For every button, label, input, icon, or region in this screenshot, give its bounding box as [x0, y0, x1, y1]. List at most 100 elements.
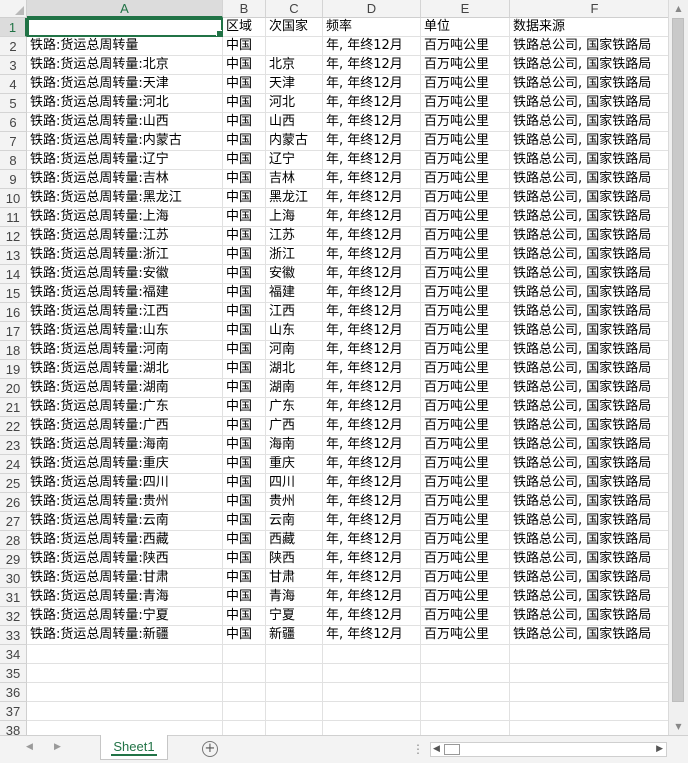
cell-d[interactable]: 年, 年终12月	[323, 569, 421, 588]
cell-a[interactable]: 铁路:货运总周转量:湖南	[27, 379, 223, 398]
cell-b[interactable]: 中国	[223, 379, 266, 398]
cell-a[interactable]	[27, 645, 223, 664]
scroll-up-icon[interactable]: ▲	[669, 0, 688, 17]
cell-d[interactable]: 年, 年终12月	[323, 132, 421, 151]
cell-d[interactable]: 年, 年终12月	[323, 227, 421, 246]
sheet-nav-next-icon[interactable]: ▶	[54, 742, 61, 752]
cell-b[interactable]	[223, 683, 266, 702]
cell-c[interactable]: 安徽	[266, 265, 323, 284]
cell-c[interactable]: 次国家	[266, 18, 323, 37]
cell-d[interactable]: 年, 年终12月	[323, 341, 421, 360]
cell-e[interactable]	[421, 702, 510, 721]
column-header-f[interactable]: F	[510, 0, 668, 18]
cell-b[interactable]: 中国	[223, 550, 266, 569]
cell-e[interactable]: 百万吨公里	[421, 398, 510, 417]
horizontal-scrollbar[interactable]: ◀ ▶	[430, 742, 667, 757]
cell-c[interactable]	[266, 37, 323, 56]
cell-e[interactable]: 百万吨公里	[421, 417, 510, 436]
cell-a[interactable]	[27, 702, 223, 721]
cell-b[interactable]: 中国	[223, 322, 266, 341]
cell-c[interactable]: 重庆	[266, 455, 323, 474]
row-header[interactable]: 38	[0, 721, 27, 735]
cell-a[interactable]: 铁路:货运总周转量:河南	[27, 341, 223, 360]
cell-a[interactable]: 铁路:货运总周转量:西藏	[27, 531, 223, 550]
cell-f[interactable]: 铁路总公司, 国家铁路局	[510, 588, 668, 607]
row-header[interactable]: 16	[0, 303, 27, 322]
cell-a[interactable]: 铁路:货运总周转量:山东	[27, 322, 223, 341]
cell-a[interactable]: 铁路:货运总周转量:青海	[27, 588, 223, 607]
cell-f[interactable]: 铁路总公司, 国家铁路局	[510, 626, 668, 645]
cell-a[interactable]: 铁路:货运总周转量:湖北	[27, 360, 223, 379]
cell-c[interactable]: 河北	[266, 94, 323, 113]
cell-a[interactable]: 铁路:货运总周转量:江苏	[27, 227, 223, 246]
cell-d[interactable]: 频率	[323, 18, 421, 37]
cell-e[interactable]: 百万吨公里	[421, 94, 510, 113]
cell-d[interactable]: 年, 年终12月	[323, 322, 421, 341]
cell-d[interactable]: 年, 年终12月	[323, 607, 421, 626]
cell-d[interactable]: 年, 年终12月	[323, 75, 421, 94]
row-header[interactable]: 10	[0, 189, 27, 208]
cell-b[interactable]: 中国	[223, 607, 266, 626]
cell-f[interactable]: 铁路总公司, 国家铁路局	[510, 132, 668, 151]
column-header-e[interactable]: E	[421, 0, 510, 18]
cell-d[interactable]: 年, 年终12月	[323, 398, 421, 417]
row-header[interactable]: 30	[0, 569, 27, 588]
cell-a[interactable]: 铁路:货运总周转量:福建	[27, 284, 223, 303]
cell-b[interactable]	[223, 702, 266, 721]
cell-b[interactable]: 区域	[223, 18, 266, 37]
cell-d[interactable]: 年, 年终12月	[323, 531, 421, 550]
cell-d[interactable]: 年, 年终12月	[323, 208, 421, 227]
cell-f[interactable]: 铁路总公司, 国家铁路局	[510, 94, 668, 113]
cell-c[interactable]: 西藏	[266, 531, 323, 550]
cell-f[interactable]: 铁路总公司, 国家铁路局	[510, 512, 668, 531]
cell-f[interactable]: 铁路总公司, 国家铁路局	[510, 322, 668, 341]
cell-e[interactable]: 百万吨公里	[421, 75, 510, 94]
cell-f[interactable]	[510, 721, 668, 735]
row-header[interactable]: 6	[0, 113, 27, 132]
cell-a[interactable]	[27, 683, 223, 702]
cell-a[interactable]: 铁路:货运总周转量:甘肃	[27, 569, 223, 588]
cell-b[interactable]: 中国	[223, 189, 266, 208]
cell-e[interactable]	[421, 664, 510, 683]
cell-f[interactable]: 铁路总公司, 国家铁路局	[510, 56, 668, 75]
cell-d[interactable]	[323, 664, 421, 683]
cell-f[interactable]: 铁路总公司, 国家铁路局	[510, 246, 668, 265]
cell-e[interactable]: 百万吨公里	[421, 208, 510, 227]
cell-d[interactable]: 年, 年终12月	[323, 170, 421, 189]
cell-e[interactable]: 百万吨公里	[421, 550, 510, 569]
cell-f[interactable]: 铁路总公司, 国家铁路局	[510, 550, 668, 569]
cell-d[interactable]: 年, 年终12月	[323, 37, 421, 56]
cell-d[interactable]: 年, 年终12月	[323, 189, 421, 208]
cell-a[interactable]: 铁路:货运总周转量:新疆	[27, 626, 223, 645]
cell-f[interactable]: 铁路总公司, 国家铁路局	[510, 417, 668, 436]
cell-b[interactable]: 中国	[223, 474, 266, 493]
cell-c[interactable]: 浙江	[266, 246, 323, 265]
row-header[interactable]: 12	[0, 227, 27, 246]
cell-e[interactable]: 百万吨公里	[421, 132, 510, 151]
cell-f[interactable]: 铁路总公司, 国家铁路局	[510, 398, 668, 417]
column-header-a[interactable]: A	[27, 0, 223, 18]
cell-a[interactable]: 铁路:货运总周转量:贵州	[27, 493, 223, 512]
cell-d[interactable]: 年, 年终12月	[323, 436, 421, 455]
cell-d[interactable]	[323, 645, 421, 664]
row-header[interactable]: 1	[0, 18, 27, 37]
cell-e[interactable]: 百万吨公里	[421, 607, 510, 626]
cell-c[interactable]: 辽宁	[266, 151, 323, 170]
row-header[interactable]: 33	[0, 626, 27, 645]
cell-f[interactable]: 铁路总公司, 国家铁路局	[510, 360, 668, 379]
cell-b[interactable]: 中国	[223, 94, 266, 113]
cell-b[interactable]	[223, 664, 266, 683]
cell-a[interactable]: 铁路:货运总周转量:四川	[27, 474, 223, 493]
cell-f[interactable]: 铁路总公司, 国家铁路局	[510, 341, 668, 360]
row-header[interactable]: 31	[0, 588, 27, 607]
cell-d[interactable]: 年, 年终12月	[323, 246, 421, 265]
cell-c[interactable]: 广西	[266, 417, 323, 436]
cell-e[interactable]: 百万吨公里	[421, 531, 510, 550]
cell-b[interactable]: 中国	[223, 493, 266, 512]
cell-b[interactable]: 中国	[223, 303, 266, 322]
cell-e[interactable]	[421, 645, 510, 664]
cell-e[interactable]: 百万吨公里	[421, 151, 510, 170]
cell-e[interactable]: 百万吨公里	[421, 170, 510, 189]
cell-f[interactable]: 铁路总公司, 国家铁路局	[510, 227, 668, 246]
cell-e[interactable]: 百万吨公里	[421, 227, 510, 246]
